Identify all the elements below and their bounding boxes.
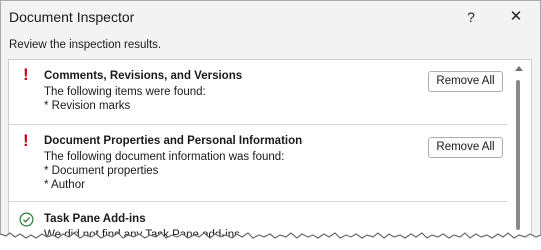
torn-edge-decoration <box>0 232 541 250</box>
scrollbar-thumb[interactable] <box>516 80 520 230</box>
section-detail-line: * Author <box>44 179 85 191</box>
section-detail-line: The following document information was f… <box>44 151 285 163</box>
inspection-results-panel[interactable]: ! Comments, Revisions, and Versions The … <box>8 59 532 249</box>
section-title: Document Properties and Personal Informa… <box>44 135 303 147</box>
section-title: Task Pane Add-ins <box>44 213 146 225</box>
help-button[interactable]: ? <box>459 5 483 29</box>
vertical-scrollbar[interactable] <box>508 60 530 249</box>
title-bar: Document Inspector ? ✕ <box>1 1 540 35</box>
section-divider <box>9 124 507 125</box>
scroll-up-arrow-icon[interactable] <box>514 64 524 72</box>
section-title: Comments, Revisions, and Versions <box>44 70 243 82</box>
checkmark-circle-icon <box>19 212 34 227</box>
dialog-title: Document Inspector <box>9 9 135 25</box>
remove-all-button-comments[interactable]: Remove All <box>428 71 503 92</box>
remove-all-button-document-properties[interactable]: Remove All <box>428 137 503 158</box>
instructions-text: Review the inspection results. <box>9 39 162 51</box>
section-detail-line: * Document properties <box>44 165 159 177</box>
close-button[interactable]: ✕ <box>503 5 529 29</box>
warning-icon: ! <box>23 65 29 84</box>
section-detail-line: * Revision marks <box>44 100 131 112</box>
section-detail-line: The following items were found: <box>44 86 206 98</box>
warning-icon: ! <box>23 131 29 150</box>
document-inspector-dialog: Document Inspector ? ✕ Review the inspec… <box>0 0 541 250</box>
section-divider <box>9 201 507 202</box>
